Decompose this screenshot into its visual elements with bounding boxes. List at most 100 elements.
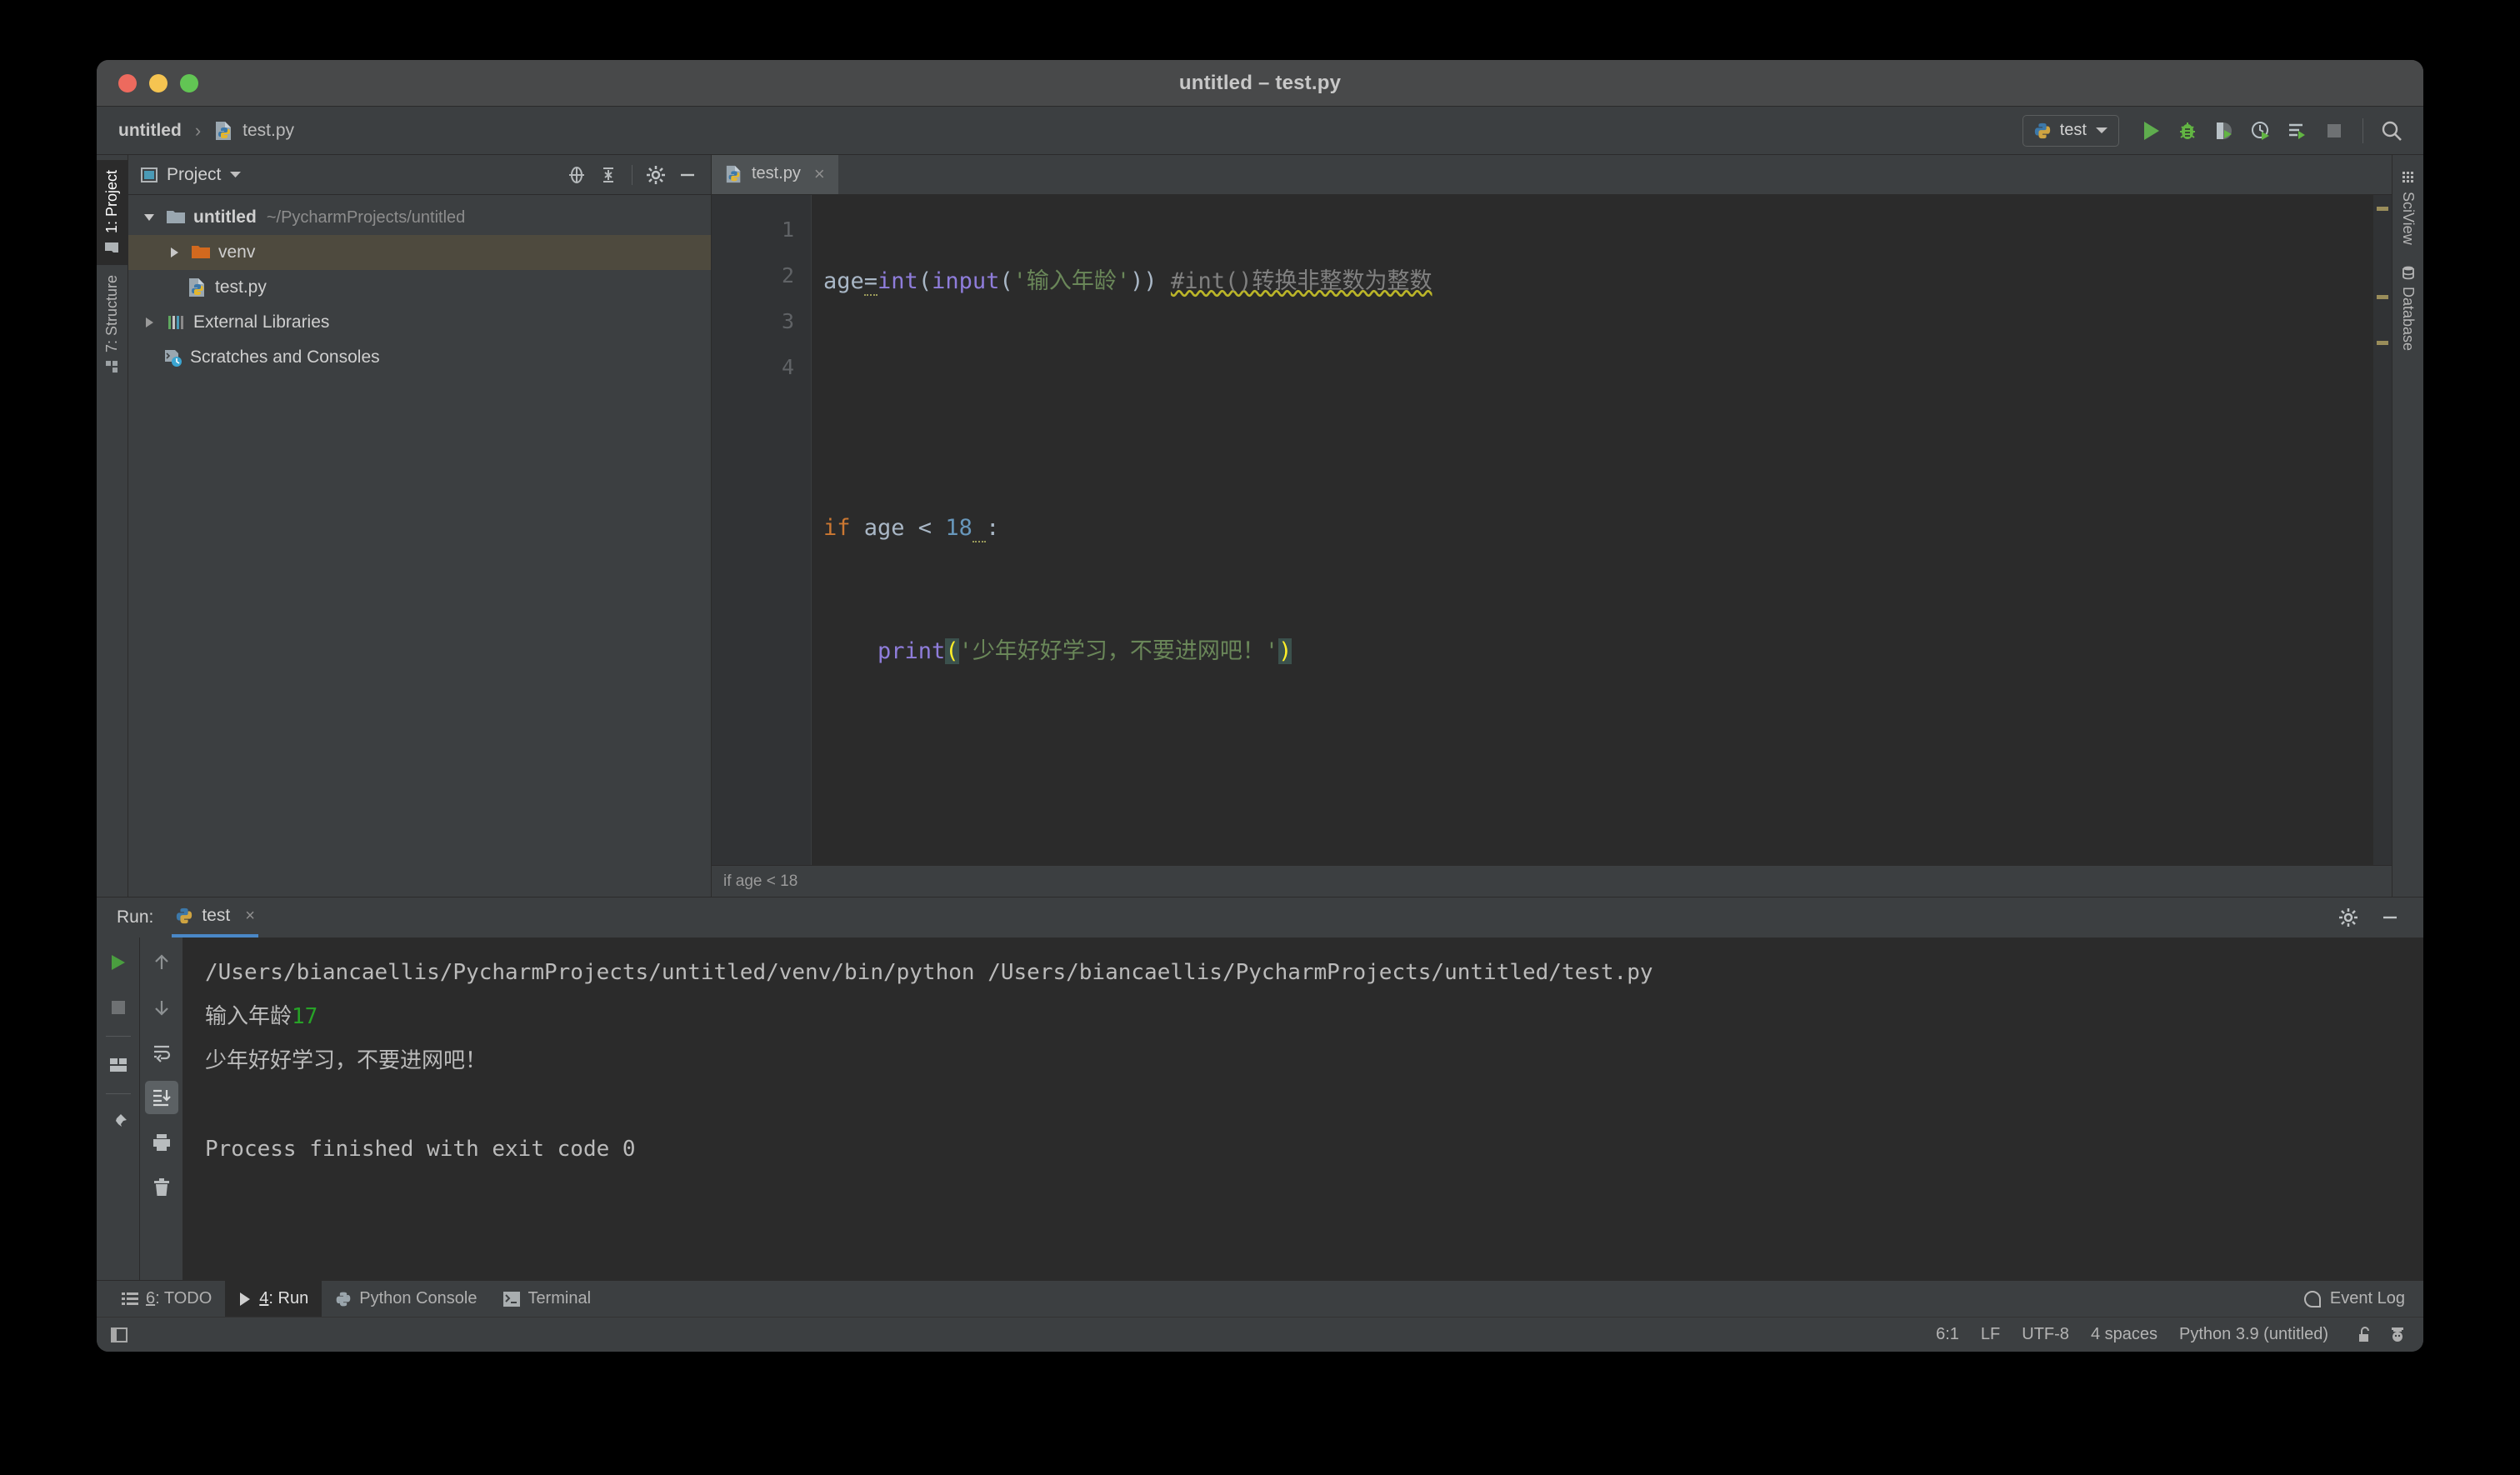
tree-item-untitled[interactable]: untitled ~/PycharmProjects/untitled (128, 200, 711, 235)
lock-icon[interactable] (2357, 1326, 2373, 1344)
tree-item-test-py[interactable]: test.py (128, 270, 711, 305)
bottom-tab-python-console-label: Python Console (359, 1289, 477, 1308)
run-configuration-selector[interactable]: test (2022, 115, 2119, 147)
toolbar-divider (106, 1093, 131, 1094)
python-icon (2033, 122, 2052, 140)
editor-marker-gutter[interactable] (2373, 195, 2392, 865)
run-coverage-button[interactable] (2208, 115, 2241, 147)
console-scrollbar[interactable] (2405, 938, 2423, 1280)
breadcrumb-separator: › (195, 120, 201, 142)
stop-process-button[interactable] (102, 991, 135, 1024)
libraries-icon (165, 313, 187, 332)
print-button[interactable] (145, 1126, 178, 1159)
code-token: '少年好好学习，不要进网吧！' (959, 638, 1279, 664)
chevron-expanded-icon[interactable] (140, 212, 158, 223)
chevron-collapsed-icon[interactable] (165, 246, 183, 259)
run-panel-label: Run: (117, 908, 153, 928)
scroll-to-end-button[interactable] (145, 1081, 178, 1114)
bottom-tab-run-label: : Run (268, 1289, 308, 1308)
up-stacktrace-button[interactable] (145, 946, 178, 979)
sidebar-item-structure[interactable]: 7: Structure (97, 265, 128, 384)
bottom-tab-run[interactable]: 4: Run (225, 1281, 322, 1317)
close-icon[interactable]: × (814, 163, 825, 185)
event-log-button[interactable]: Event Log (2303, 1281, 2423, 1317)
play-small-icon (238, 1292, 252, 1307)
structure-icon (105, 359, 120, 374)
sidebar-item-project-label: 1: Project (103, 170, 121, 233)
chevron-down-icon (2095, 127, 2108, 135)
window-titlebar: untitled – test.py (97, 60, 2423, 107)
bottom-tab-todo[interactable]: 6: TODO (108, 1281, 225, 1317)
code-line-3: if age < 18 : (823, 505, 2392, 551)
run-button[interactable] (2134, 115, 2168, 147)
indent-setting[interactable]: 4 spaces (2091, 1325, 2158, 1344)
chevron-down-icon[interactable] (229, 171, 242, 178)
folder-venv-icon (190, 243, 212, 262)
editor-tab-test-py[interactable]: test.py × (712, 155, 838, 194)
python-interpreter[interactable]: Python 3.9 (untitled) (2179, 1325, 2328, 1344)
clear-all-button[interactable] (145, 1171, 178, 1204)
breadcrumb-file[interactable]: test.py (242, 121, 294, 141)
console-line-prompt-input: 输入年龄17 (205, 995, 2423, 1039)
run-console-output[interactable]: /Users/biancaellis/PycharmProjects/untit… (183, 938, 2423, 1280)
code-token: if (823, 515, 851, 541)
warning-marker[interactable] (2377, 295, 2388, 299)
profile-button[interactable] (2244, 115, 2278, 147)
soft-wrap-button[interactable] (145, 1036, 178, 1069)
select-opened-file-button[interactable] (563, 162, 590, 188)
folder-icon (105, 240, 120, 255)
file-encoding[interactable]: UTF-8 (2022, 1325, 2069, 1344)
warning-marker[interactable] (2377, 207, 2388, 211)
line-number: 1 (712, 207, 811, 252)
hide-panel-button[interactable] (674, 162, 701, 188)
code-token: age (823, 268, 864, 294)
layout-button[interactable] (102, 1048, 135, 1082)
editor-tabbar: test.py × (712, 155, 2392, 195)
pin-tab-button[interactable] (102, 1106, 135, 1139)
run-with-button[interactable] (2281, 115, 2314, 147)
warning-marker[interactable] (2377, 341, 2388, 345)
sidebar-item-project[interactable]: 1: Project (97, 160, 128, 265)
hide-run-panel-button[interactable] (2373, 901, 2407, 934)
tree-item-scratches[interactable]: Scratches and Consoles (128, 340, 711, 375)
tree-item-external-libraries[interactable]: External Libraries (128, 305, 711, 340)
chevron-collapsed-icon[interactable] (140, 316, 158, 329)
toggle-toolwindows-icon (110, 1326, 128, 1344)
tree-item-test-py-label: test.py (215, 278, 267, 298)
tree-item-venv[interactable]: venv (128, 235, 711, 270)
event-log-label: Event Log (2330, 1289, 2405, 1308)
sidebar-item-sciview[interactable]: SciView (2392, 160, 2423, 255)
close-icon[interactable]: × (245, 907, 255, 926)
balloon-icon (2303, 1290, 2322, 1308)
stop-button[interactable] (2318, 115, 2351, 147)
gear-icon[interactable] (642, 162, 669, 188)
collapse-all-button[interactable] (595, 162, 622, 188)
project-icon (140, 166, 158, 184)
grid-icon (2401, 170, 2416, 185)
code-text[interactable]: age=int(input('输入年龄')) #int()转换非整数为整数 if… (812, 195, 2392, 865)
rerun-button[interactable] (102, 946, 135, 979)
line-number: 2 (712, 252, 811, 298)
code-token: '输入年龄' (1013, 268, 1131, 294)
code-token: 18 (945, 515, 972, 541)
python-file-icon (214, 120, 234, 142)
down-stacktrace-button[interactable] (145, 991, 178, 1024)
hector-inspection-icon[interactable] (2388, 1326, 2407, 1344)
bottom-tool-tabs: 6: TODO 4: Run Python Console (97, 1280, 2423, 1317)
sidebar-item-database[interactable]: Database (2392, 255, 2423, 361)
caret-position[interactable]: 6:1 (1936, 1325, 1959, 1344)
bottom-tab-python-console[interactable]: Python Console (322, 1281, 490, 1317)
status-bar-left[interactable] (110, 1326, 128, 1344)
gear-icon[interactable] (2332, 901, 2365, 934)
line-number: 4 (712, 344, 811, 390)
code-editor[interactable]: 1 2 3 4 age=int(input('输入年龄')) #int()转换非… (712, 195, 2392, 865)
run-tab-test[interactable]: test × (172, 898, 258, 938)
bottom-tab-terminal-label: Terminal (528, 1289, 591, 1308)
line-separator[interactable]: LF (1981, 1325, 2000, 1344)
run-left-toolbar (97, 938, 140, 1280)
bottom-tab-terminal[interactable]: Terminal (490, 1281, 604, 1317)
breadcrumb-project[interactable]: untitled (118, 121, 182, 141)
search-everywhere-button[interactable] (2375, 115, 2408, 147)
debug-button[interactable] (2171, 115, 2204, 147)
editor-tab-label: test.py (752, 164, 801, 183)
